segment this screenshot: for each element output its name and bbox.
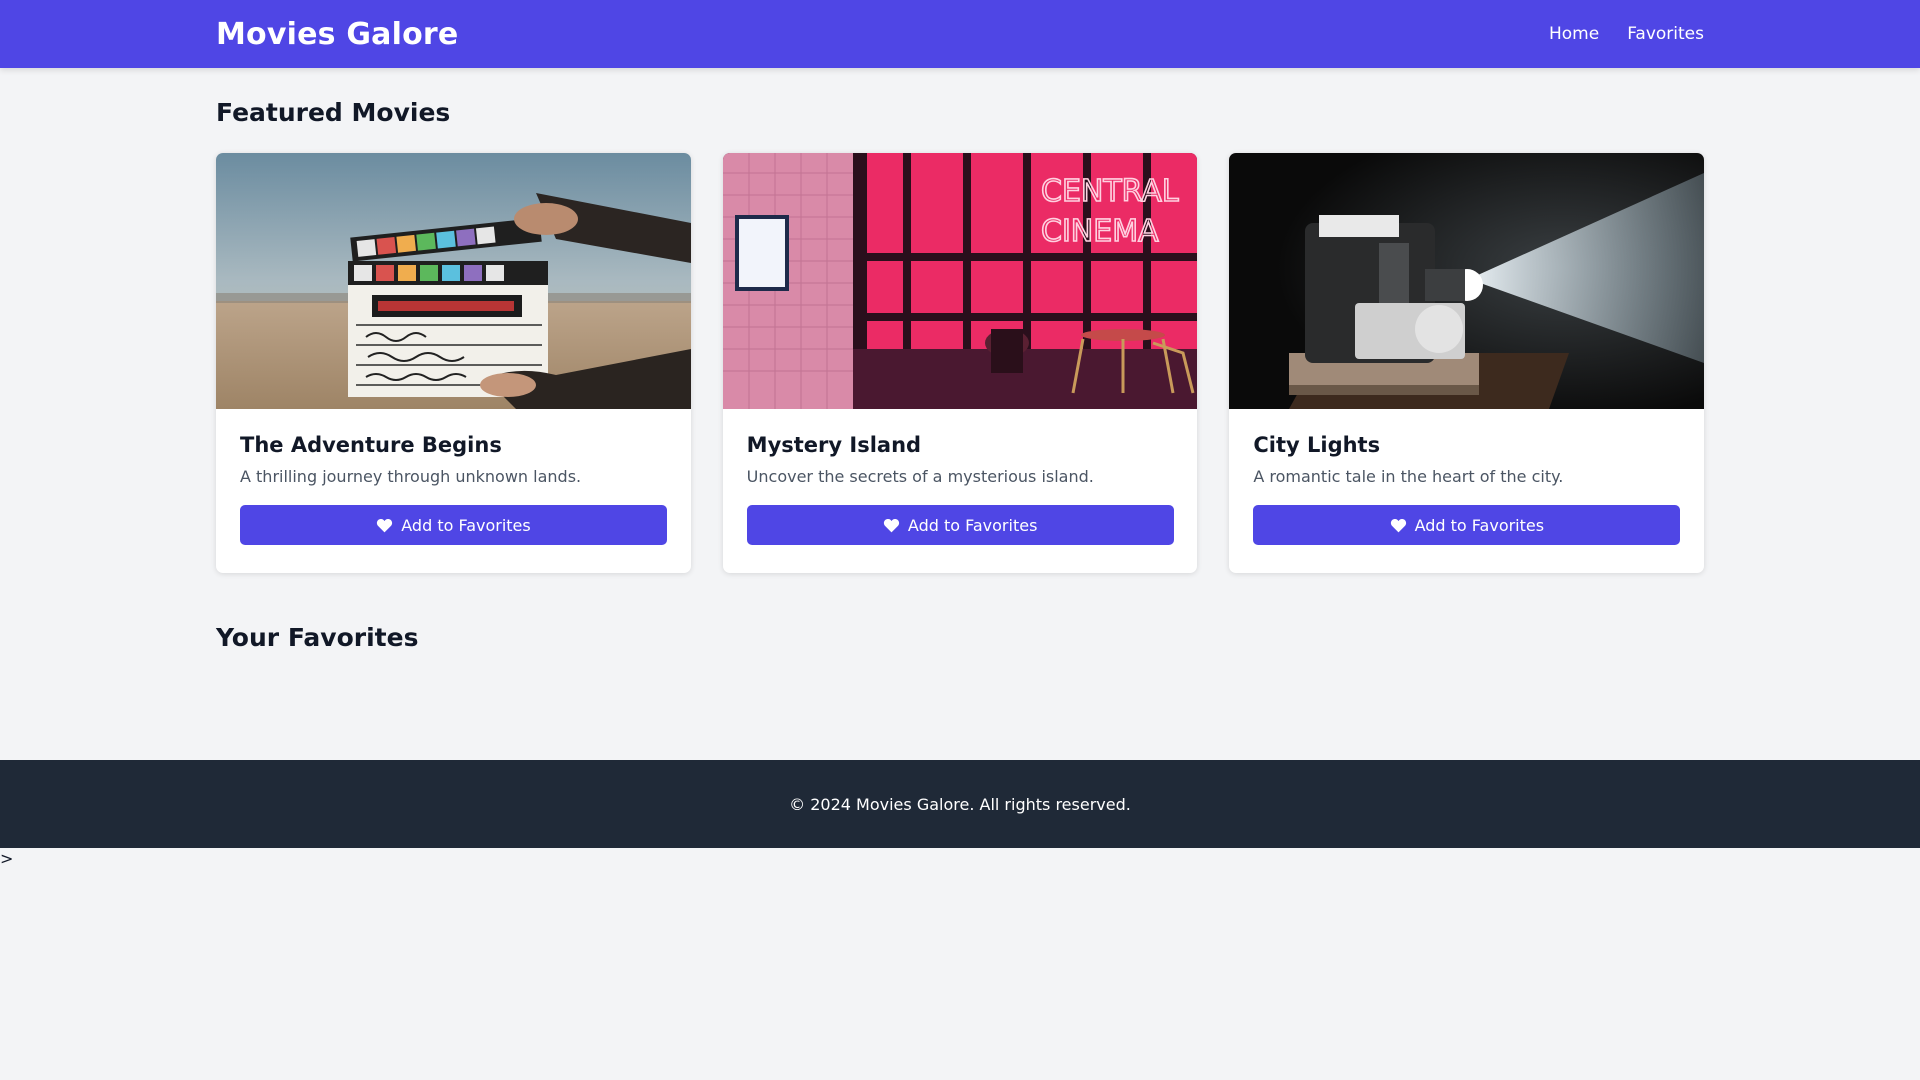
movie-poster-adventure — [216, 153, 691, 409]
card-body: The Adventure Begins A thrilling journey… — [216, 409, 691, 545]
neon-cinema-image: CENTRAL CINEMA — [722, 153, 1198, 409]
site-footer: © 2024 Movies Galore. All rights reserve… — [0, 760, 1920, 848]
main-content: Featured Movies The Adventure Begins A t… — [216, 68, 1705, 652]
clapperboard-image — [216, 153, 691, 409]
movie-card-city-lights: City Lights A romantic tale in the heart… — [1229, 153, 1705, 573]
movie-description: A thrilling journey through unknown land… — [240, 467, 582, 486]
movie-card-adventure: The Adventure Begins A thrilling journey… — [216, 153, 691, 573]
movie-cards: The Adventure Begins A thrilling journey… — [216, 153, 1705, 573]
heart-icon — [377, 518, 393, 532]
copyright-text: © 2024 Movies Galore. All rights reserve… — [789, 794, 1131, 814]
main-nav: Home Favorites — [1549, 24, 1704, 44]
brand-logo[interactable]: Movies Galore — [216, 17, 458, 52]
movie-description: Uncover the secrets of a mysterious isla… — [746, 467, 1094, 486]
nav-home[interactable]: Home — [1549, 24, 1599, 44]
movie-poster-mystery: CENTRAL CINEMA — [722, 153, 1198, 409]
heart-icon — [1390, 518, 1406, 532]
site-header: Movies Galore Home Favorites — [0, 0, 1920, 68]
projector-image — [1229, 153, 1705, 409]
movie-description: A romantic tale in the heart of the city… — [1253, 467, 1564, 486]
svg-text:CINEMA: CINEMA — [1041, 214, 1159, 249]
svg-text:CENTRAL: CENTRAL — [1041, 174, 1179, 209]
button-label: Add to Favorites — [907, 515, 1038, 535]
movie-card-mystery: CENTRAL CINEMA Mystery Island Uncover th… — [722, 153, 1198, 573]
card-body: City Lights A romantic tale in the heart… — [1229, 409, 1704, 545]
add-to-favorites-button[interactable]: Add to Favorites — [240, 505, 667, 545]
movie-poster-city-lights — [1229, 153, 1705, 409]
movie-title: The Adventure Begins — [240, 433, 502, 457]
movie-title: Mystery Island — [746, 433, 922, 457]
stray-character: > — [0, 849, 14, 868]
button-label: Add to Favorites — [1414, 515, 1545, 535]
button-label: Add to Favorites — [401, 515, 531, 535]
heart-icon — [883, 518, 900, 532]
your-favorites-title: Your Favorites — [216, 623, 419, 652]
add-to-favorites-button[interactable]: Add to Favorites — [1253, 505, 1681, 545]
add-to-favorites-button[interactable]: Add to Favorites — [746, 505, 1174, 545]
card-body: Mystery Island Uncover the secrets of a … — [723, 409, 1198, 545]
header-container: Movies Galore Home Favorites — [216, 0, 1704, 68]
featured-movies-title: Featured Movies — [216, 98, 451, 127]
nav-favorites[interactable]: Favorites — [1627, 24, 1704, 44]
movie-title: City Lights — [1253, 433, 1381, 457]
